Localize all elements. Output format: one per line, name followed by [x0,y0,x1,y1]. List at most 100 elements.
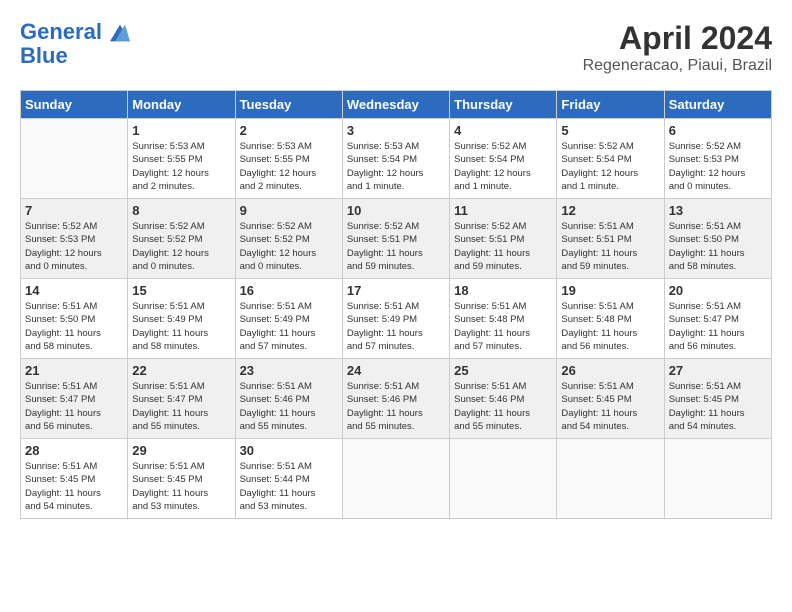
day-number: 20 [669,283,767,298]
day-info: Sunrise: 5:51 AM Sunset: 5:45 PM Dayligh… [132,460,230,513]
day-info: Sunrise: 5:51 AM Sunset: 5:46 PM Dayligh… [454,380,552,433]
calendar-cell: 16 Sunrise: 5:51 AM Sunset: 5:49 PM Dayli… [235,279,342,359]
calendar-cell: 15 Sunrise: 5:51 AM Sunset: 5:49 PM Dayli… [128,279,235,359]
day-info: Sunrise: 5:51 AM Sunset: 5:49 PM Dayligh… [132,300,230,353]
logo-icon [110,23,130,43]
calendar-week-row: 14 Sunrise: 5:51 AM Sunset: 5:50 PM Dayli… [21,279,772,359]
day-number: 1 [132,123,230,138]
day-info: Sunrise: 5:51 AM Sunset: 5:45 PM Dayligh… [25,460,123,513]
day-info: Sunrise: 5:51 AM Sunset: 5:49 PM Dayligh… [347,300,445,353]
day-number: 7 [25,203,123,218]
calendar-cell: 22Sunrise: 5:51 AM Sunset: 5:47 PM Dayli… [128,359,235,439]
weekday-header-wednesday: Wednesday [342,91,449,119]
logo-text: General Blue [20,20,130,68]
day-info: Sunrise: 5:53 AM Sunset: 5:55 PM Dayligh… [132,140,230,193]
day-number: 9 [240,203,338,218]
calendar-cell [450,439,557,519]
calendar-cell: 3 Sunrise: 5:53 AM Sunset: 5:54 PM Daylig… [342,119,449,199]
calendar-cell: 30Sunrise: 5:51 AM Sunset: 5:44 PM Dayli… [235,439,342,519]
day-number: 8 [132,203,230,218]
day-info: Sunrise: 5:51 AM Sunset: 5:47 PM Dayligh… [25,380,123,433]
day-info: Sunrise: 5:51 AM Sunset: 5:48 PM Dayligh… [454,300,552,353]
calendar-cell: 25 Sunrise: 5:51 AM Sunset: 5:46 PM Dayli… [450,359,557,439]
day-number: 19 [561,283,659,298]
day-number: 5 [561,123,659,138]
day-info: Sunrise: 5:51 AM Sunset: 5:50 PM Dayligh… [669,220,767,273]
calendar-cell: 12 Sunrise: 5:51 AM Sunset: 5:51 PM Dayli… [557,199,664,279]
day-number: 4 [454,123,552,138]
day-info: Sunrise: 5:52 AM Sunset: 5:51 PM Dayligh… [347,220,445,273]
logo: General Blue [20,20,130,68]
calendar-cell: 9 Sunrise: 5:52 AM Sunset: 5:52 PM Daylig… [235,199,342,279]
calendar-table: SundayMondayTuesdayWednesdayThursdayFrid… [20,90,772,519]
calendar-week-row: 21 Sunrise: 5:51 AM Sunset: 5:47 PM Dayli… [21,359,772,439]
day-info: Sunrise: 5:51 AM Sunset: 5:50 PM Dayligh… [25,300,123,353]
day-number: 18 [454,283,552,298]
day-info: Sunrise: 5:53 AM Sunset: 5:55 PM Dayligh… [240,140,338,193]
calendar-week-row: 1 Sunrise: 5:53 AM Sunset: 5:55 PM Daylig… [21,119,772,199]
day-info: Sunrise: 5:53 AM Sunset: 5:54 PM Dayligh… [347,140,445,193]
day-info: Sunrise: 5:51 AM Sunset: 5:47 PM Dayligh… [669,300,767,353]
day-info: Sunrise: 5:51 AM Sunset: 5:45 PM Dayligh… [561,380,659,433]
calendar-week-row: 28 Sunrise: 5:51 AM Sunset: 5:45 PM Dayli… [21,439,772,519]
day-info: Sunrise: 5:52 AM Sunset: 5:54 PM Dayligh… [561,140,659,193]
day-number: 15 [132,283,230,298]
day-info: Sunrise: 5:51 AM Sunset: 5:51 PM Dayligh… [561,220,659,273]
calendar-cell [557,439,664,519]
calendar-cell: 5 Sunrise: 5:52 AM Sunset: 5:54 PM Daylig… [557,119,664,199]
page-header: General Blue April 2024 Regeneracao, Pia… [20,20,772,75]
calendar-cell: 20 Sunrise: 5:51 AM Sunset: 5:47 PM Dayli… [664,279,771,359]
day-number: 21 [25,363,123,378]
calendar-cell [664,439,771,519]
calendar-cell: 23Sunrise: 5:51 AM Sunset: 5:46 PM Dayli… [235,359,342,439]
calendar-cell: 29 Sunrise: 5:51 AM Sunset: 5:45 PM Dayli… [128,439,235,519]
logo-blue: Blue [20,43,68,68]
calendar-cell: 27Sunrise: 5:51 AM Sunset: 5:45 PM Dayli… [664,359,771,439]
day-number: 17 [347,283,445,298]
day-number: 27 [669,363,767,378]
day-number: 3 [347,123,445,138]
day-number: 14 [25,283,123,298]
calendar-header-row: SundayMondayTuesdayWednesdayThursdayFrid… [21,91,772,119]
day-number: 10 [347,203,445,218]
day-number: 30 [240,443,338,458]
day-info: Sunrise: 5:51 AM Sunset: 5:49 PM Dayligh… [240,300,338,353]
day-number: 23 [240,363,338,378]
calendar-cell: 21 Sunrise: 5:51 AM Sunset: 5:47 PM Dayli… [21,359,128,439]
calendar-week-row: 7 Sunrise: 5:52 AM Sunset: 5:53 PM Daylig… [21,199,772,279]
day-number: 6 [669,123,767,138]
title-block: April 2024 Regeneracao, Piaui, Brazil [583,20,772,75]
calendar-cell [21,119,128,199]
day-info: Sunrise: 5:52 AM Sunset: 5:52 PM Dayligh… [240,220,338,273]
day-info: Sunrise: 5:51 AM Sunset: 5:48 PM Dayligh… [561,300,659,353]
calendar-cell: 18 Sunrise: 5:51 AM Sunset: 5:48 PM Dayli… [450,279,557,359]
weekday-header-friday: Friday [557,91,664,119]
day-number: 29 [132,443,230,458]
day-number: 12 [561,203,659,218]
calendar-cell [342,439,449,519]
calendar-cell: 14 Sunrise: 5:51 AM Sunset: 5:50 PM Dayli… [21,279,128,359]
calendar-cell: 26Sunrise: 5:51 AM Sunset: 5:45 PM Dayli… [557,359,664,439]
day-info: Sunrise: 5:51 AM Sunset: 5:46 PM Dayligh… [347,380,445,433]
day-number: 25 [454,363,552,378]
calendar-cell: 1 Sunrise: 5:53 AM Sunset: 5:55 PM Daylig… [128,119,235,199]
day-number: 11 [454,203,552,218]
calendar-cell: 2 Sunrise: 5:53 AM Sunset: 5:55 PM Daylig… [235,119,342,199]
month-title: April 2024 [583,20,772,57]
day-info: Sunrise: 5:51 AM Sunset: 5:47 PM Dayligh… [132,380,230,433]
calendar-cell: 28 Sunrise: 5:51 AM Sunset: 5:45 PM Dayli… [21,439,128,519]
weekday-header-sunday: Sunday [21,91,128,119]
calendar-cell: 24Sunrise: 5:51 AM Sunset: 5:46 PM Dayli… [342,359,449,439]
day-number: 2 [240,123,338,138]
day-number: 28 [25,443,123,458]
day-number: 16 [240,283,338,298]
calendar-cell: 4 Sunrise: 5:52 AM Sunset: 5:54 PM Daylig… [450,119,557,199]
day-info: Sunrise: 5:52 AM Sunset: 5:54 PM Dayligh… [454,140,552,193]
calendar-cell: 8 Sunrise: 5:52 AM Sunset: 5:52 PM Daylig… [128,199,235,279]
calendar-cell: 13 Sunrise: 5:51 AM Sunset: 5:50 PM Dayli… [664,199,771,279]
day-info: Sunrise: 5:52 AM Sunset: 5:52 PM Dayligh… [132,220,230,273]
day-info: Sunrise: 5:52 AM Sunset: 5:53 PM Dayligh… [25,220,123,273]
day-info: Sunrise: 5:52 AM Sunset: 5:53 PM Dayligh… [669,140,767,193]
calendar-cell: 17 Sunrise: 5:51 AM Sunset: 5:49 PM Dayli… [342,279,449,359]
day-number: 13 [669,203,767,218]
